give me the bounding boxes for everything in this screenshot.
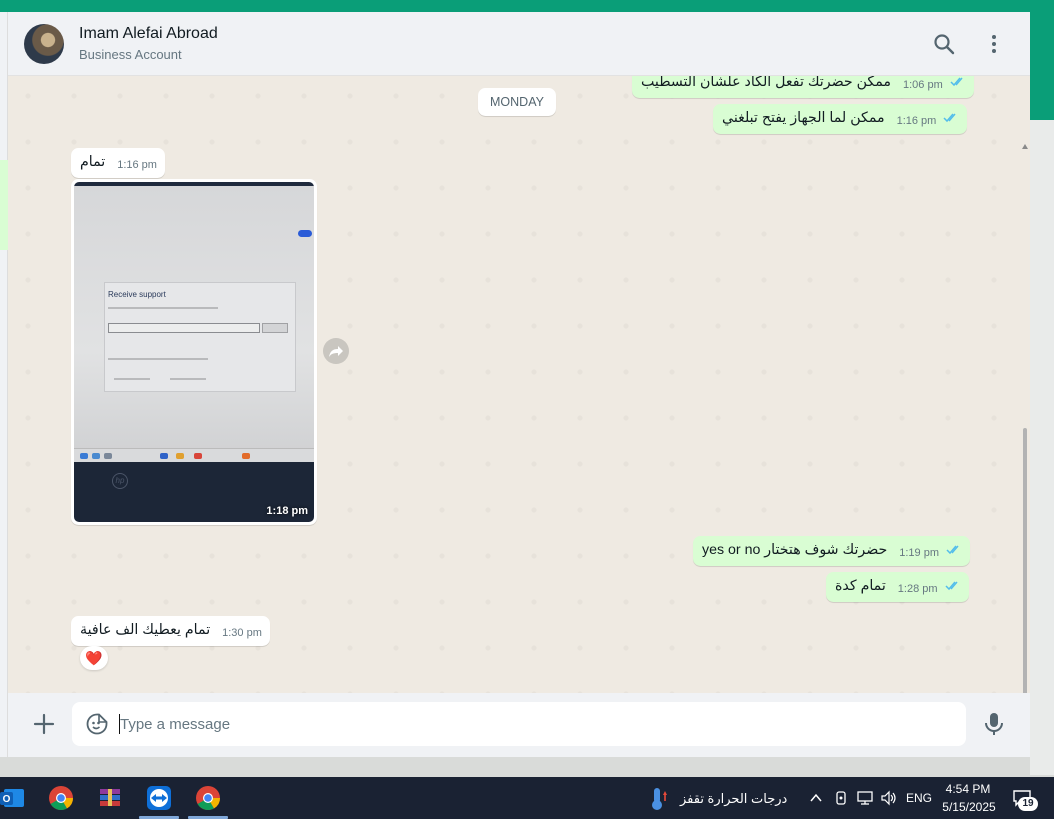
double-check-icon: [944, 581, 958, 591]
thermometer-icon[interactable]: [649, 787, 667, 811]
left-pane-selected-chat[interactable]: [0, 160, 8, 250]
double-check-icon: [950, 77, 963, 87]
photo-toggle: [298, 230, 312, 237]
message-outgoing[interactable]: ممكن حضرتك تفعل الكاد علشان التسطيب 1:06…: [632, 76, 974, 98]
network-icon[interactable]: [856, 790, 874, 806]
photo-thumbnail[interactable]: Receive support hp 1:18 pm: [74, 182, 314, 522]
message-incoming[interactable]: تمام يعطيك الف عافية 1:30 pm: [71, 616, 270, 646]
photo-taskbar: [74, 448, 314, 462]
right-accent-strip: [1030, 12, 1054, 120]
message-outgoing[interactable]: تمام كدة 1:28 pm: [826, 572, 969, 602]
chat-scrollbar[interactable]: [1020, 140, 1030, 693]
contact-name[interactable]: Imam Alefai Abroad: [79, 25, 218, 43]
scroll-up-arrow-icon[interactable]: [1022, 144, 1028, 149]
message-outgoing[interactable]: ممكن لما الجهاز يفتح تبلغني 1:16 pm: [713, 104, 968, 134]
photo-line: [170, 378, 206, 380]
message-input-container[interactable]: [72, 702, 966, 746]
app-top-accent-bar: [0, 0, 1054, 12]
weather-widget-text[interactable]: درجات الحرارة تقفز: [680, 791, 787, 807]
chat-window: Imam Alefai Abroad Business Account ممكن…: [8, 12, 1030, 757]
message-text: تمام: [80, 154, 106, 170]
message-time: 1:18 pm: [266, 505, 308, 517]
message-time: 1:30 pm: [222, 627, 262, 639]
kebab-menu-icon[interactable]: [982, 32, 1006, 56]
teamviewer-icon[interactable]: [146, 785, 172, 811]
outlook-icon[interactable]: O: [0, 785, 26, 811]
photo-task-icon: [194, 453, 202, 459]
image-message[interactable]: Receive support hp 1:18 pm: [71, 179, 317, 525]
hp-logo-icon: hp: [112, 473, 128, 489]
avatar[interactable]: [24, 24, 64, 64]
photo-field: [108, 323, 260, 333]
notification-badge: 19: [1018, 797, 1038, 811]
chat-header[interactable]: Imam Alefai Abroad Business Account: [8, 12, 1030, 76]
right-background-strip: [1030, 120, 1054, 775]
message-time: 1:16 pm: [896, 115, 937, 127]
photo-task-icon: [176, 453, 184, 459]
forward-icon[interactable]: [323, 338, 349, 364]
photo-text: Receive support: [108, 290, 166, 299]
photo-line: [108, 307, 218, 309]
message-text: تمام يعطيك الف عافية: [80, 622, 211, 638]
day-divider: MONDAY: [478, 88, 556, 116]
scrollbar-thumb[interactable]: [1023, 428, 1027, 693]
message-time: 1:28 pm: [897, 583, 938, 595]
message-time: 1:19 pm: [899, 547, 939, 559]
message-text: ممكن حضرتك تفعل الكاد علشان التسطيب: [641, 76, 892, 90]
clock-date[interactable]: 5/15/2025: [938, 800, 1000, 814]
photo-task-icon: [242, 453, 250, 459]
plus-icon[interactable]: [31, 711, 57, 737]
message-outgoing[interactable]: حضرتك شوف هتختار yes or no 1:19 pm: [693, 536, 970, 566]
photo-task-icon: [92, 453, 100, 459]
svg-text:O: O: [3, 794, 11, 805]
volume-icon[interactable]: [880, 790, 898, 806]
contact-subtitle: Business Account: [79, 47, 182, 62]
microphone-icon[interactable]: [982, 711, 1006, 737]
chrome-icon[interactable]: [195, 785, 221, 811]
message-text: حضرتك شوف هتختار yes or no: [702, 542, 888, 558]
clock-time[interactable]: 4:54 PM: [940, 782, 996, 796]
chevron-up-icon[interactable]: [810, 793, 822, 802]
message-time: 1:16 pm: [117, 159, 157, 171]
message-input[interactable]: [120, 712, 940, 736]
language-indicator[interactable]: ENG: [906, 791, 932, 805]
sticker-icon[interactable]: [86, 713, 108, 735]
double-check-icon: [946, 545, 959, 555]
photo-task-icon: [104, 453, 112, 459]
message-list[interactable]: ممكن حضرتك تفعل الكاد علشان التسطيب 1:06…: [8, 76, 1030, 693]
chrome-icon[interactable]: [48, 785, 74, 811]
search-icon[interactable]: [932, 32, 956, 56]
photo-line: [108, 358, 208, 360]
message-time: 1:06 pm: [902, 79, 943, 91]
os-taskbar: O درجات الحرارة تقفز ENG 4:54 PM 5/15/20…: [0, 777, 1054, 819]
message-incoming[interactable]: تمام 1:16 pm: [71, 148, 165, 178]
left-pane-edge: [0, 12, 8, 757]
photo-button: [262, 323, 288, 333]
message-text: تمام كدة: [835, 578, 886, 594]
winrar-icon[interactable]: [97, 785, 123, 811]
message-text: ممكن لما الجهاز يفتح تبلغني: [722, 110, 885, 126]
reaction-heart-icon[interactable]: ❤️: [80, 646, 108, 670]
photo-task-icon: [160, 453, 168, 459]
photo-task-icon: [80, 453, 88, 459]
photo-line: [114, 378, 150, 380]
double-check-icon: [943, 113, 956, 123]
device-icon[interactable]: [834, 790, 848, 806]
